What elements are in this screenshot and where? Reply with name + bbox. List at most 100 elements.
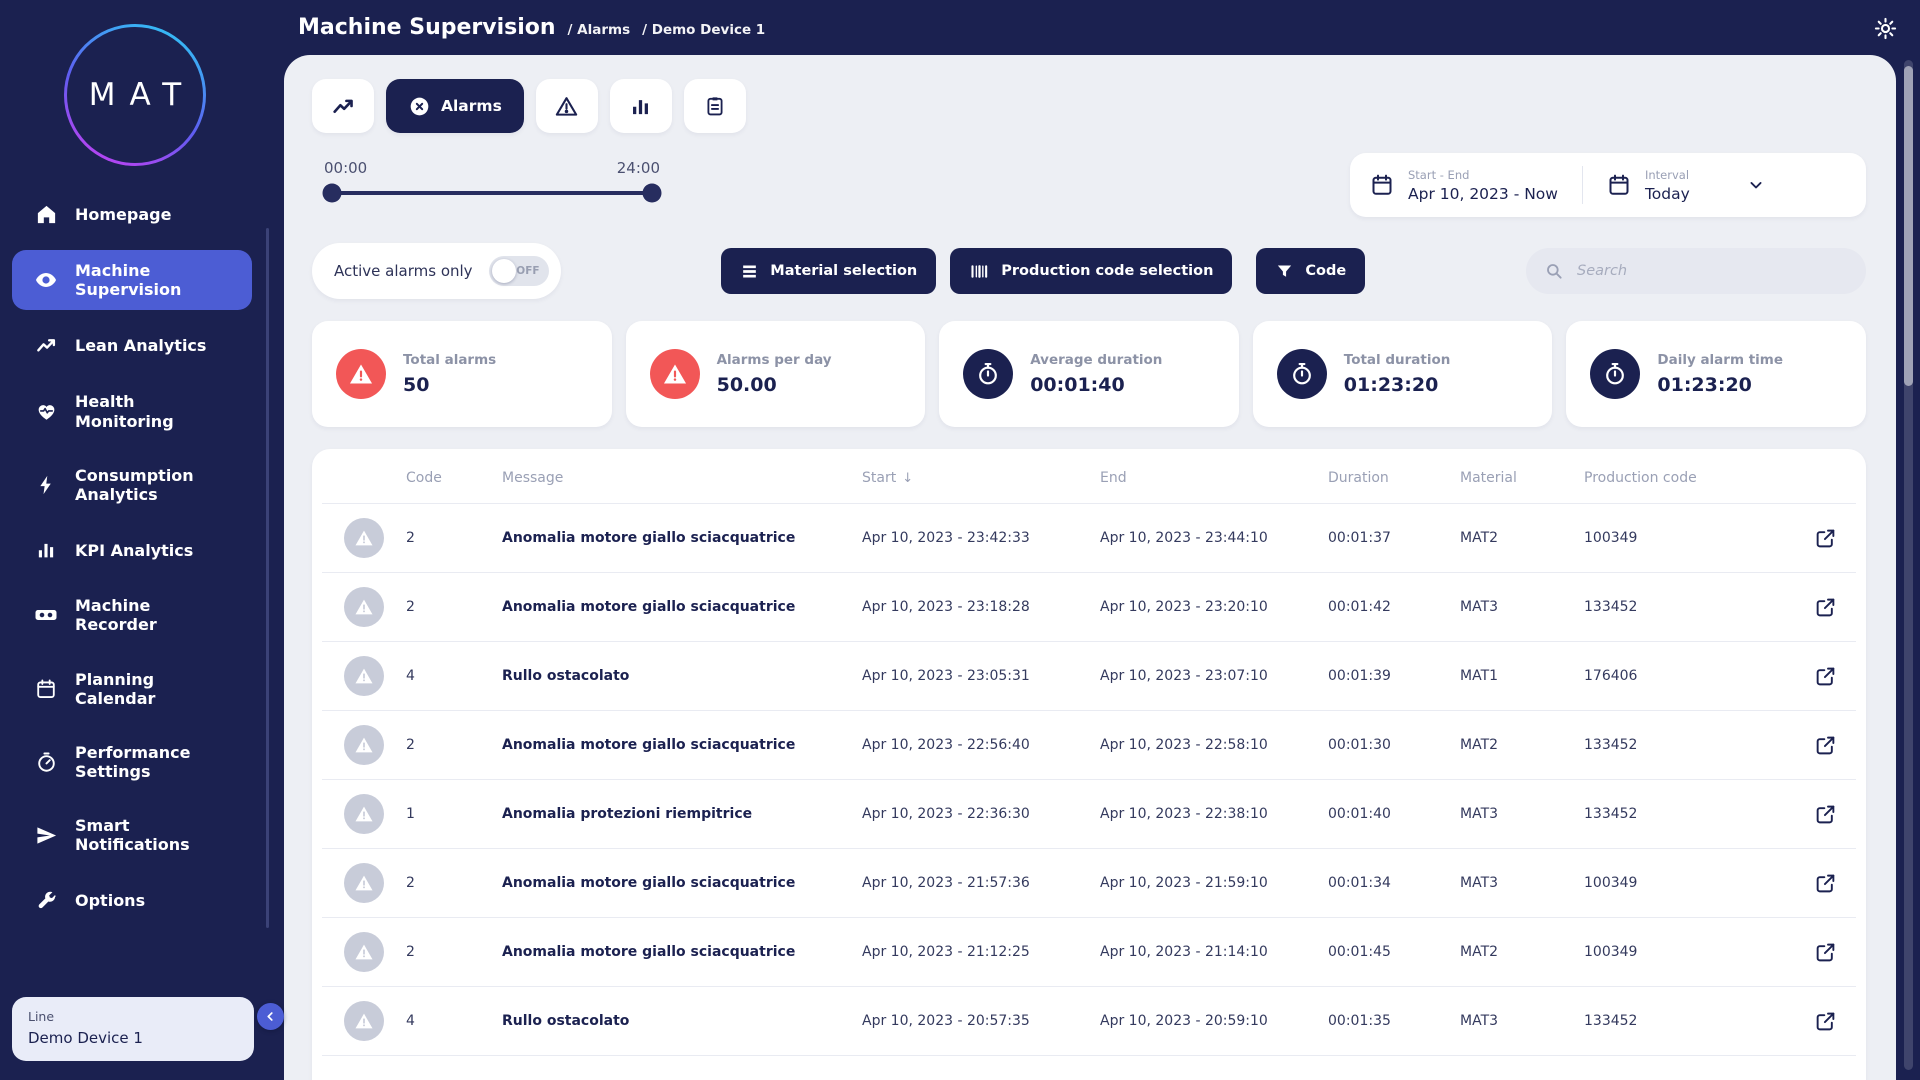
open-detail-button[interactable] — [1810, 799, 1841, 830]
sidebar-item-label: Machine Recorder — [75, 596, 157, 635]
tab-statistics[interactable] — [609, 79, 672, 133]
production-code-selection-button[interactable]: Production code selection — [950, 248, 1233, 294]
material-selection-button[interactable]: Material selection — [721, 248, 937, 294]
cell-material: MAT1 — [1460, 668, 1499, 684]
sidebar-item-homepage[interactable]: Homepage — [12, 192, 252, 237]
cell-message: Anomalia motore giallo sciacquatrice — [502, 875, 796, 891]
open-detail-button[interactable] — [1810, 937, 1841, 968]
cell-end: Apr 10, 2023 - 23:07:10 — [1100, 668, 1268, 684]
slider-handle-start[interactable] — [322, 183, 342, 203]
recorder-icon — [34, 603, 58, 627]
column-header-start[interactable]: Start ↓ — [862, 470, 1100, 486]
tab-warnings[interactable] — [535, 79, 598, 133]
external-link-icon — [1814, 941, 1837, 964]
cell-duration: 00:01:35 — [1328, 1013, 1391, 1029]
tab-alarms[interactable]: Alarms — [386, 79, 524, 133]
stat-text: Total alarms 50 — [403, 352, 496, 396]
cell-code: 2 — [406, 875, 415, 891]
cell-duration: 00:01:45 — [1328, 944, 1391, 960]
cell-material: MAT2 — [1460, 944, 1499, 960]
tab-report[interactable] — [683, 79, 746, 133]
code-filter-button[interactable]: Code — [1256, 248, 1366, 294]
home-icon — [34, 203, 58, 226]
cell-end: Apr 10, 2023 - 21:14:10 — [1100, 944, 1268, 960]
column-header-duration[interactable]: Duration — [1328, 470, 1460, 486]
toggle-state-label: OFF — [516, 265, 540, 277]
line-chart-icon — [331, 94, 356, 119]
cell-production-code: 133452 — [1584, 806, 1638, 822]
sidebar-item-kpi-analytics[interactable]: KPI Analytics — [12, 528, 252, 572]
column-header-code[interactable]: Code — [406, 470, 502, 486]
sidebar-item-machine-supervision[interactable]: Machine Supervision — [12, 250, 252, 311]
cell-duration: 00:01:39 — [1328, 668, 1391, 684]
page-scrollbar-thumb[interactable] — [1904, 66, 1913, 386]
sidebar-item-machine-recorder[interactable]: Machine Recorder — [12, 585, 252, 645]
cell-start: Apr 10, 2023 - 23:18:28 — [862, 599, 1030, 615]
cell-end: Apr 10, 2023 - 23:20:10 — [1100, 599, 1268, 615]
sidebar-item-planning-calendar[interactable]: Planning Calendar — [12, 659, 252, 719]
alert-icon — [336, 349, 386, 399]
external-link-icon — [1814, 1010, 1837, 1033]
device-selector-card[interactable]: Line Demo Device 1 — [12, 997, 254, 1061]
sidebar-item-label: Health Monitoring — [75, 392, 174, 431]
alarm-circle-icon — [408, 95, 431, 118]
interval-text: Interval Today — [1645, 168, 1690, 203]
open-detail-button[interactable] — [1810, 1006, 1841, 1037]
settings-gear-button[interactable] — [1871, 14, 1900, 47]
cell-code: 4 — [406, 1013, 415, 1029]
open-detail-button[interactable] — [1810, 661, 1841, 692]
column-header-material[interactable]: Material — [1460, 470, 1584, 486]
cell-code: 2 — [406, 737, 415, 753]
material-stack-icon — [740, 262, 759, 281]
production-code-selection-label: Production code selection — [1001, 263, 1214, 279]
slider-handle-end[interactable] — [642, 183, 662, 203]
column-header-production-code[interactable]: Production code — [1584, 470, 1794, 486]
column-header-message[interactable]: Message — [502, 470, 862, 486]
sidebar-item-smart-notifications[interactable]: Smart Notifications — [12, 805, 252, 865]
column-header-end[interactable]: End — [1100, 470, 1328, 486]
cell-start: Apr 10, 2023 - 22:36:30 — [862, 806, 1030, 822]
alarm-badge-icon — [344, 932, 384, 972]
breadcrumb-alarms[interactable]: / Alarms — [568, 22, 631, 38]
heart-pulse-icon — [34, 400, 58, 423]
external-link-icon — [1814, 734, 1837, 757]
breadcrumb-device[interactable]: / Demo Device 1 — [642, 22, 765, 38]
sidebar-item-health-monitoring[interactable]: Health Monitoring — [12, 381, 252, 441]
slider-start-label: 00:00 — [324, 159, 368, 177]
date-range-section[interactable]: Start - End Apr 10, 2023 - Now — [1370, 168, 1558, 203]
cell-code: 1 — [406, 806, 415, 822]
open-detail-button[interactable] — [1810, 868, 1841, 899]
stat-value: 01:23:20 — [1657, 374, 1752, 396]
calendar-icon — [1607, 173, 1631, 197]
slider-track[interactable] — [322, 183, 662, 203]
sidebar-item-consumption-analytics[interactable]: Consumption Analytics — [12, 455, 252, 515]
sidebar-collapse-button[interactable] — [257, 1003, 284, 1030]
open-detail-button[interactable] — [1810, 592, 1841, 623]
search-box[interactable] — [1525, 248, 1866, 294]
cell-start: Apr 10, 2023 - 21:12:25 — [862, 944, 1030, 960]
alarm-badge-icon — [344, 656, 384, 696]
alarm-badge-icon — [344, 1001, 384, 1041]
cell-production-code: 176406 — [1584, 668, 1638, 684]
sidebar-item-lean-analytics[interactable]: Lean Analytics — [12, 323, 252, 368]
interval-value: Today — [1644, 184, 1690, 203]
logo-wrap: MAT — [0, 24, 270, 166]
sidebar-item-label: Homepage — [75, 204, 172, 224]
sidebar-scrollbar[interactable] — [266, 228, 269, 928]
open-detail-button[interactable] — [1810, 523, 1841, 554]
active-alarms-label: Active alarms only — [334, 262, 473, 280]
alarms-table: Code Message Start ↓ End Duration Materia… — [312, 449, 1866, 1080]
stat-value: 50 — [403, 374, 430, 396]
cell-duration: 00:01:40 — [1328, 806, 1391, 822]
active-alarms-filter: Active alarms only OFF — [312, 243, 561, 299]
tab-trends[interactable] — [312, 79, 374, 133]
sidebar-item-performance-settings[interactable]: Performance Settings — [12, 732, 252, 792]
open-detail-button[interactable] — [1810, 730, 1841, 761]
search-input[interactable] — [1574, 262, 1848, 280]
interval-section[interactable]: Interval Today — [1607, 168, 1766, 203]
gear-icon — [1873, 16, 1898, 41]
chevron-left-icon — [263, 1009, 278, 1024]
active-alarms-toggle[interactable]: OFF — [488, 256, 549, 286]
code-filter-label: Code — [1305, 263, 1347, 279]
sidebar-item-options[interactable]: Options — [12, 879, 252, 923]
